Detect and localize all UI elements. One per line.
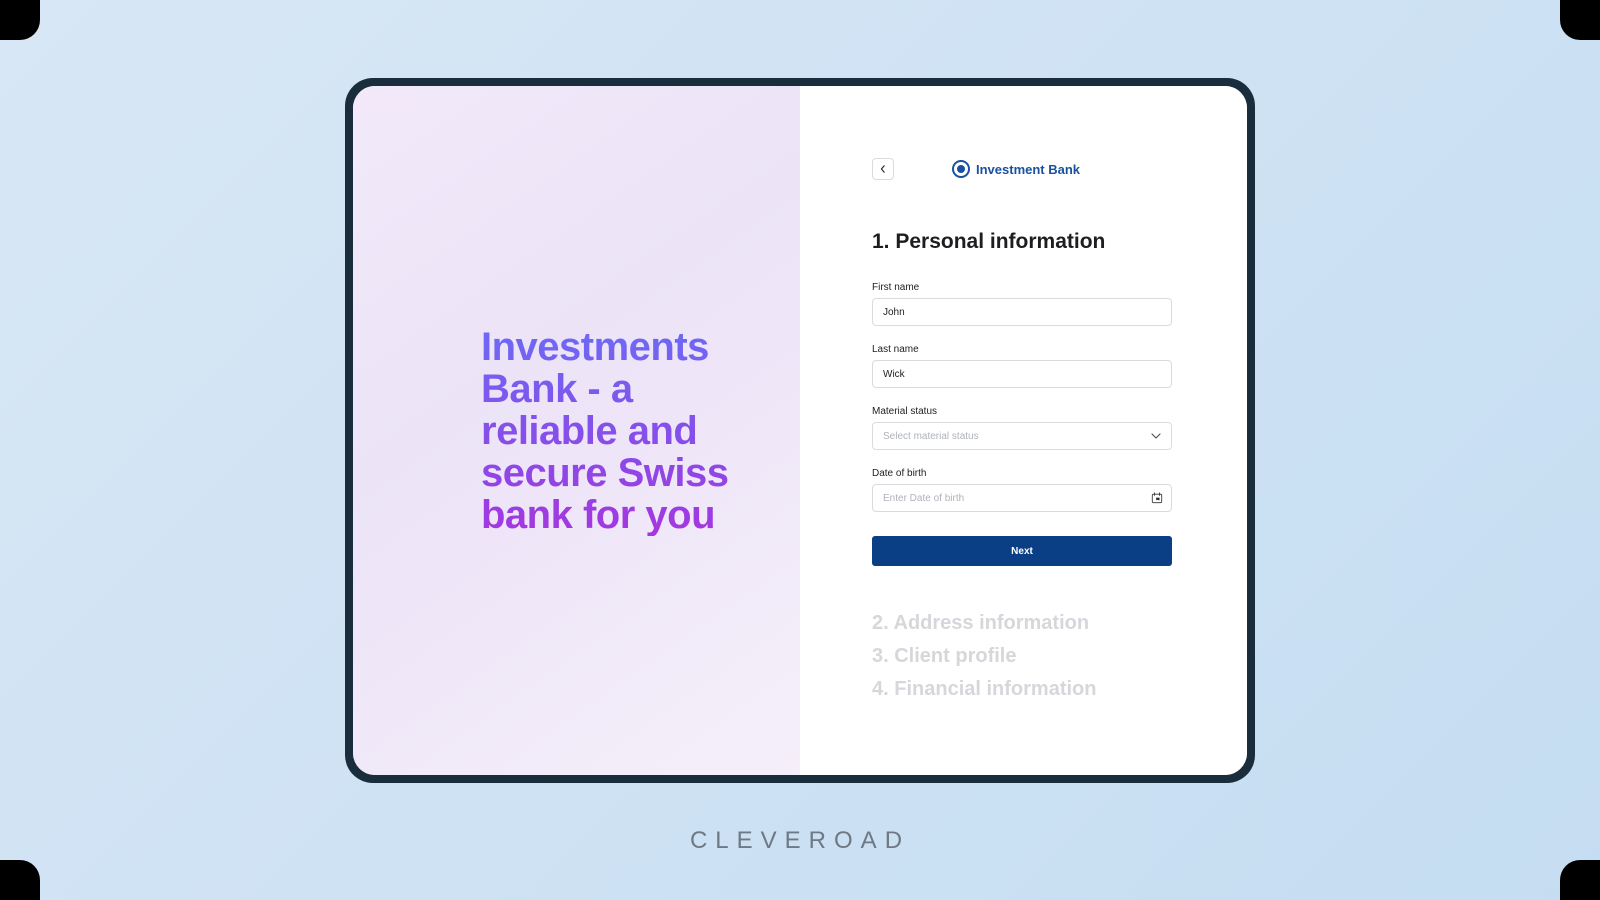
dob-placeholder: Enter Date of birth: [883, 493, 964, 504]
brand-name: Investment Bank: [976, 162, 1080, 177]
material-status-label: Material status: [872, 406, 1172, 417]
last-name-label: Last name: [872, 344, 1172, 355]
material-status-placeholder: Select material status: [883, 431, 979, 442]
calendar-icon: [1151, 492, 1163, 504]
device-screen: Investments Bank - a reliable and secure…: [353, 86, 1247, 775]
first-name-label: First name: [872, 282, 1172, 293]
device-frame: Investments Bank - a reliable and secure…: [345, 78, 1255, 783]
field-first-name: First name: [872, 282, 1172, 326]
field-material-status: Material status Select material status: [872, 406, 1172, 450]
back-button[interactable]: [872, 158, 894, 180]
marketing-panel: Investments Bank - a reliable and secure…: [353, 86, 800, 775]
step-address: 2. Address information: [872, 612, 1172, 635]
frame-corner: [0, 0, 40, 40]
step-title: 1. Personal information: [872, 230, 1172, 254]
header-row: Investment Bank: [872, 158, 1172, 180]
brand-logo-icon: [952, 160, 970, 178]
tagline: Investments Bank - a reliable and secure…: [481, 326, 750, 536]
watermark: CLEVEROAD: [690, 827, 910, 855]
next-button[interactable]: Next: [872, 536, 1172, 566]
first-name-input[interactable]: [872, 298, 1172, 326]
frame-corner: [0, 860, 40, 900]
frame-corner: [1560, 860, 1600, 900]
step-client-profile: 3. Client profile: [872, 645, 1172, 668]
material-status-select[interactable]: Select material status: [872, 422, 1172, 450]
chevron-left-icon: [880, 165, 886, 173]
last-name-input[interactable]: [872, 360, 1172, 388]
dob-input[interactable]: Enter Date of birth: [872, 484, 1172, 512]
brand: Investment Bank: [952, 160, 1080, 178]
dob-label: Date of birth: [872, 468, 1172, 479]
step-financial: 4. Financial information: [872, 678, 1172, 701]
form-panel: Investment Bank 1. Personal information …: [800, 86, 1247, 775]
frame-corner: [1560, 0, 1600, 40]
chevron-down-icon: [1151, 433, 1161, 439]
upcoming-steps: 2. Address information 3. Client profile…: [872, 612, 1172, 701]
field-date-of-birth: Date of birth Enter Date of birth: [872, 468, 1172, 512]
field-last-name: Last name: [872, 344, 1172, 388]
